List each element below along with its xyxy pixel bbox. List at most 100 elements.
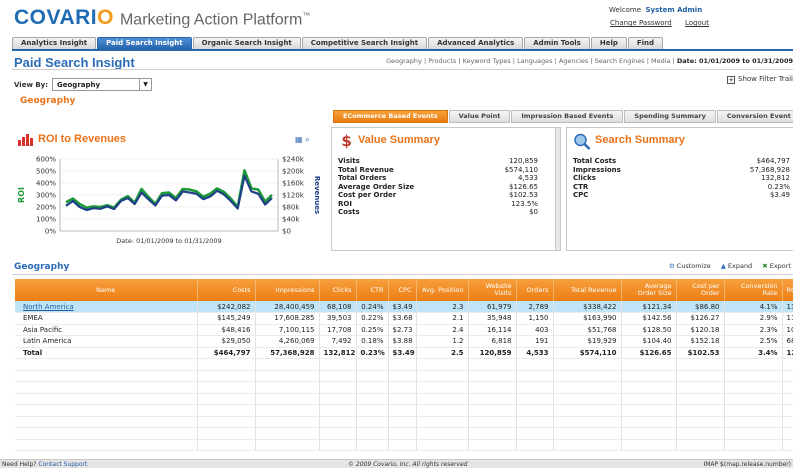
logout-link[interactable]: Logout — [685, 19, 709, 27]
empty-cell — [255, 404, 320, 417]
table-cell: 4,533 — [516, 347, 554, 359]
column-header-name[interactable]: Name — [15, 279, 198, 301]
table-cell: 0.24% — [356, 301, 389, 313]
nav-tab-competitive-search-insight[interactable]: Competitive Search Insight — [301, 37, 428, 49]
column-header-average-order-size[interactable]: Average Order Size — [621, 279, 677, 301]
table-cell: 7,100,115 — [255, 324, 320, 336]
empty-cell — [319, 439, 357, 451]
expand-button[interactable]: ▲ Expand — [721, 262, 752, 270]
column-header-impressions[interactable]: Impressions — [255, 279, 320, 301]
empty-cell — [319, 427, 357, 440]
insight-tab-spending-summary[interactable]: Spending Summary — [624, 110, 716, 123]
y2-tick-label: $80k — [282, 204, 300, 212]
user-name: System Admin — [645, 6, 703, 14]
empty-cell — [356, 393, 389, 405]
column-header-roi[interactable]: ROI — [782, 279, 793, 301]
table-row[interactable]: Asia Pacific $48,416 7,100,115 17,708 0.25% $… — [15, 324, 793, 336]
nav-tab-admin-tools[interactable]: Admin Tools — [524, 37, 590, 49]
plus-icon: + — [727, 76, 736, 84]
column-header-cpc[interactable]: CPC — [388, 279, 417, 301]
covario-logo[interactable]: COVARIO — [14, 6, 114, 30]
summary-row: Total Revenue $574,110 — [338, 166, 538, 175]
insight-tab-value-point[interactable]: Value Point — [448, 110, 511, 123]
export-icon: ✖ — [762, 262, 768, 270]
column-header-conversion-rate[interactable]: Conversion Rate — [724, 279, 783, 301]
empty-cell — [553, 358, 622, 371]
summary-row: Visits 120,859 — [338, 157, 538, 166]
change-password-link[interactable]: Change Password — [610, 19, 672, 27]
empty-cell — [621, 404, 677, 417]
column-header-costs[interactable]: Costs — [197, 279, 256, 301]
y-tick-label: 0% — [45, 228, 56, 236]
insight-tab-impression-based-events[interactable]: Impression Based Events — [511, 110, 624, 123]
table-cell: $2.73 — [388, 324, 417, 336]
y2-tick-label: $240k — [282, 156, 305, 164]
show-filter-trail[interactable]: + Show Filter Trail — [727, 75, 793, 86]
table-row[interactable]: North America $242,082 28,400,459 68,108 0.2… — [15, 301, 793, 313]
table-cell: $51,768 — [553, 324, 622, 336]
empty-cell — [356, 381, 389, 394]
empty-cell — [516, 370, 554, 382]
nav-tab-help[interactable]: Help — [590, 37, 627, 49]
customize-button[interactable]: ⚙ Customize — [669, 262, 711, 270]
empty-cell — [356, 404, 389, 417]
nav-tab-analytics-insight[interactable]: Analytics Insight — [12, 37, 97, 49]
table-cell: 2.3 — [416, 301, 469, 313]
table-cell[interactable]: Latin America — [15, 335, 198, 348]
table-cell: 2,789 — [516, 301, 554, 313]
table-cell: 0.18% — [356, 335, 389, 348]
calendar-icon[interactable]: ▦ — [295, 135, 303, 144]
table-row[interactable]: Latin America $29,050 4,260,069 7,492 0.18% $… — [15, 335, 793, 348]
column-header-total-revenue[interactable]: Total Revenue — [553, 279, 622, 301]
column-header-website-visits[interactable]: Website Visits — [468, 279, 517, 301]
zoom-icon[interactable]: ⌕ — [305, 135, 309, 144]
table-cell: $86.80 — [676, 301, 725, 313]
insight-tab-conversion-event-details[interactable]: Conversion Event Details — [716, 110, 793, 123]
table-cell: 35,948 — [468, 312, 517, 325]
roi-panel: ROI to Revenues ▦ ⌕ 0% $0 100% $40k 200% $80k… — [12, 127, 328, 251]
table-cell[interactable]: North America — [15, 301, 198, 313]
empty-cell — [255, 358, 320, 371]
filter-links[interactable]: Geography | Products | Keyword Types | L… — [386, 57, 793, 65]
nav-tab-paid-search-insight[interactable]: Paid Search Insight — [97, 37, 192, 49]
nav-tab-find[interactable]: Find — [627, 37, 664, 49]
table-cell: 68,108 — [319, 301, 357, 313]
table-cell[interactable]: EMEA — [15, 312, 198, 325]
empty-cell — [197, 416, 256, 428]
table-row[interactable]: EMEA $145,249 17,608.285 39,503 0.22% $3.68 2.… — [15, 312, 793, 325]
insight-tab-ecommerce-based-events[interactable]: ECommerce Based Events — [333, 110, 448, 123]
export-button[interactable]: ✖ Export — [762, 262, 791, 270]
column-header-clicks[interactable]: Clicks — [319, 279, 357, 301]
nav-tab-organic-search-insight[interactable]: Organic Search Insight — [192, 37, 301, 49]
need-help: Need Help? Contact Support — [2, 461, 88, 468]
y-tick-label: 100% — [36, 216, 56, 224]
summary-label: Impressions — [573, 165, 621, 174]
table-cell: 2.5 — [416, 347, 469, 359]
summary-row: Impressions 57,368,928 — [573, 166, 790, 175]
contact-support-link[interactable]: Contact Support — [38, 461, 87, 468]
table-cell: 123.5% — [782, 347, 793, 359]
column-header-ctr[interactable]: CTR — [356, 279, 389, 301]
nav-tab-advanced-analytics[interactable]: Advanced Analytics — [428, 37, 524, 49]
table-total-row[interactable]: Total $464,797 57,368,928 132,812 0.23% $3.49… — [15, 347, 793, 359]
customize-icon: ⚙ — [668, 262, 675, 270]
column-header-orders[interactable]: Orders — [516, 279, 554, 301]
table-cell: 4.1% — [724, 301, 783, 313]
empty-cell — [516, 416, 554, 428]
date-range: Date: 01/01/2009 to 01/31/2009 — [676, 57, 793, 65]
grid-actions: ⚙ Customize ▲ Expand ✖ Export — [661, 262, 791, 270]
empty-cell — [319, 416, 357, 428]
page-title: Paid Search Insight — [14, 55, 135, 70]
table-cell[interactable]: Asia Pacific — [15, 324, 198, 336]
empty-cell — [468, 370, 517, 382]
column-header-cost-per-order[interactable]: Cost per Order — [676, 279, 725, 301]
empty-cell — [676, 427, 725, 440]
y2-tick-label: $160k — [282, 180, 305, 188]
svg-text:$: $ — [341, 133, 351, 149]
empty-cell — [724, 404, 783, 417]
view-by-select[interactable]: Geography ▼ — [52, 78, 152, 91]
column-header-avg-position[interactable]: Avg. Position — [416, 279, 469, 301]
table-cell: $3.68 — [388, 312, 417, 325]
panel-scrollbar[interactable] — [555, 128, 560, 250]
table-cell: $3.49 — [388, 301, 417, 313]
